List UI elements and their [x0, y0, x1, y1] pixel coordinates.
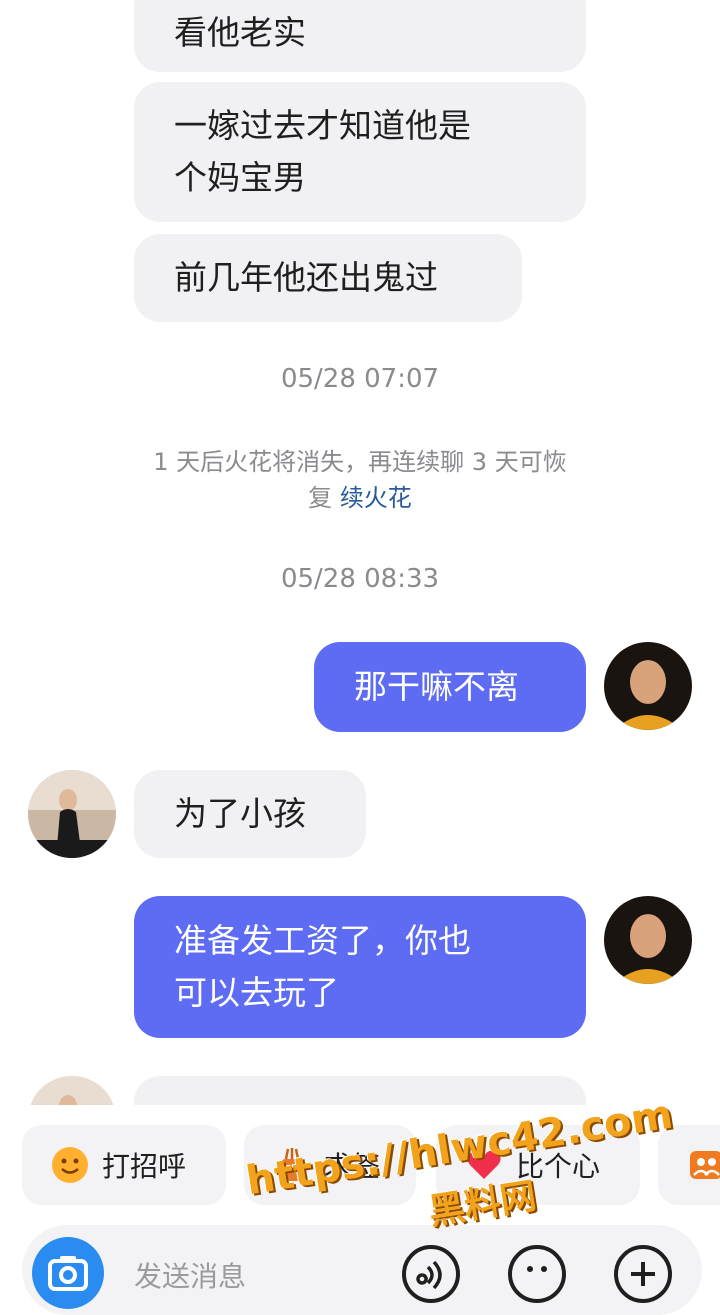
- camera-button[interactable]: [32, 1237, 104, 1309]
- plus-icon: [631, 1262, 655, 1286]
- notice-line: 1 天后火花将消失，再连续聊 3 天可恢: [153, 448, 567, 476]
- self-avatar[interactable]: [604, 896, 692, 984]
- smile-icon: [52, 1147, 88, 1183]
- message-bubble-incoming[interactable]: [134, 1076, 586, 1105]
- group-icon: [690, 1151, 720, 1179]
- self-avatar-image: [604, 896, 692, 984]
- timestamp: 05/28 08:33: [280, 564, 440, 594]
- emoji-button[interactable]: [508, 1245, 566, 1303]
- message-bubble-incoming[interactable]: 看他老实: [134, 0, 586, 72]
- timestamp: 05/28 07:07: [280, 364, 440, 394]
- contact-avatar-image: [28, 1076, 116, 1105]
- voice-icon: [416, 1260, 442, 1290]
- message-bubble-incoming[interactable]: 为了小孩: [134, 770, 366, 858]
- message-input[interactable]: 发送消息: [134, 1255, 246, 1295]
- message-bubble-incoming[interactable]: 前几年他还出鬼过: [134, 234, 522, 322]
- more-button[interactable]: [614, 1245, 672, 1303]
- quick-reply-greet[interactable]: 打招呼: [22, 1125, 226, 1205]
- self-avatar[interactable]: [604, 642, 692, 730]
- self-avatar-image: [604, 642, 692, 730]
- message-text: 个妈宝男: [174, 158, 306, 197]
- quick-reply-label: 打招呼: [102, 1150, 187, 1183]
- contact-avatar[interactable]: [28, 770, 116, 858]
- contact-avatar-image: [28, 770, 116, 858]
- bottom-panel: 打招呼 求签 比个心 发送消息 https://hlwc42.com 黑料网: [0, 1092, 720, 1315]
- message-text: 一嫁过去才知道他是: [174, 106, 471, 145]
- message-text: 那干嘛不离: [354, 667, 519, 706]
- message-bubble-outgoing[interactable]: 那干嘛不离: [314, 642, 586, 732]
- spark-notice: 1 天后火花将消失，再连续聊 3 天可恢 复 续火花: [110, 444, 610, 516]
- chat-area[interactable]: 看他老实 一嫁过去才知道他是 个妈宝男 前几年他还出鬼过 05/28 07:07…: [0, 0, 720, 1105]
- message-bubble-outgoing[interactable]: 准备发工资了，你也 可以去玩了: [134, 896, 586, 1038]
- message-text: 看他老实: [174, 13, 306, 52]
- voice-button[interactable]: [402, 1245, 460, 1303]
- emoji-icon: [527, 1266, 547, 1272]
- message-composer[interactable]: 发送消息: [22, 1225, 702, 1315]
- message-bubble-incoming[interactable]: 一嫁过去才知道他是 个妈宝男: [134, 82, 586, 222]
- contact-avatar[interactable]: [28, 1076, 116, 1105]
- continue-spark-link[interactable]: 续火花: [340, 484, 412, 512]
- camera-icon: [48, 1256, 88, 1291]
- notice-line: 复: [308, 484, 340, 512]
- message-text: 准备发工资了，你也: [174, 921, 471, 960]
- message-text: 可以去玩了: [174, 973, 339, 1012]
- message-text: 前几年他还出鬼过: [174, 258, 438, 297]
- message-text: 为了小孩: [174, 794, 306, 833]
